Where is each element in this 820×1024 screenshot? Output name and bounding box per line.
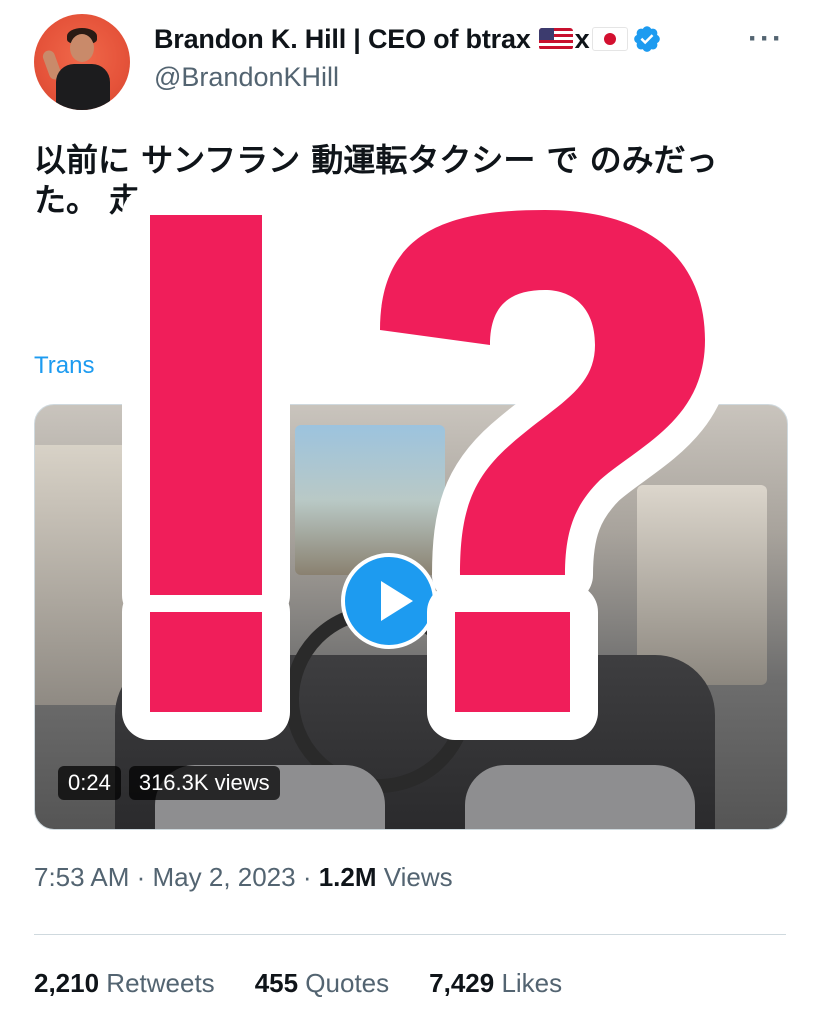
quotes-count: 455 bbox=[254, 968, 299, 998]
front-seat-right bbox=[465, 765, 695, 829]
separator: · bbox=[295, 862, 319, 892]
quotes-label: Quotes bbox=[298, 968, 390, 998]
tweet-timestamp[interactable]: 7:53 AM · May 2, 2023 · 1.2M Views bbox=[34, 862, 453, 893]
likes-label: Likes bbox=[494, 968, 563, 998]
quotes-stat[interactable]: 455 Quotes bbox=[255, 968, 389, 999]
divider bbox=[34, 934, 786, 935]
flag-separator: x bbox=[574, 23, 590, 54]
video-views: 316.3K views bbox=[128, 766, 280, 800]
engagement-stats: 2,210 Retweets 455 Quotes 7,429 Likes bbox=[34, 968, 562, 999]
likes-count: 7,429 bbox=[429, 968, 495, 998]
retweets-count: 2,210 bbox=[34, 968, 100, 998]
play-icon[interactable] bbox=[341, 553, 437, 649]
views-label: Views bbox=[376, 862, 453, 892]
likes-stat[interactable]: 7,429 Likes bbox=[429, 968, 562, 999]
avatar-head bbox=[70, 34, 94, 62]
video-duration: 0:24 bbox=[58, 766, 121, 800]
separator: · bbox=[129, 862, 153, 892]
tweet-text: 以前に サンフラン 動運転タクシー で のみだっ た。 走っ bbox=[34, 141, 718, 219]
more-options-icon[interactable]: ··· bbox=[746, 24, 786, 54]
us-flag-icon bbox=[538, 28, 573, 50]
video-meta: 0:24 316.3K views bbox=[58, 766, 280, 800]
tweet-time: 7:53 AM bbox=[34, 862, 130, 892]
retweets-stat[interactable]: 2,210 Retweets bbox=[34, 968, 215, 999]
retweets-label: Retweets bbox=[99, 968, 215, 998]
verified-badge-icon bbox=[632, 24, 662, 54]
views-count: 1.2M bbox=[318, 862, 377, 892]
translate-link[interactable]: Trans bbox=[34, 352, 94, 380]
japan-flag-icon bbox=[591, 27, 628, 51]
tweet-date: May 2, 2023 bbox=[152, 862, 296, 892]
author-handle[interactable]: @BrandonKHill bbox=[154, 62, 339, 93]
windshield bbox=[295, 425, 445, 575]
avatar-body bbox=[56, 64, 110, 110]
author-name-row[interactable]: Brandon K. Hill | CEO of btrax x bbox=[154, 22, 662, 56]
avatar[interactable] bbox=[34, 14, 130, 110]
author-display-name[interactable]: Brandon K. Hill | CEO of btrax bbox=[154, 24, 531, 55]
